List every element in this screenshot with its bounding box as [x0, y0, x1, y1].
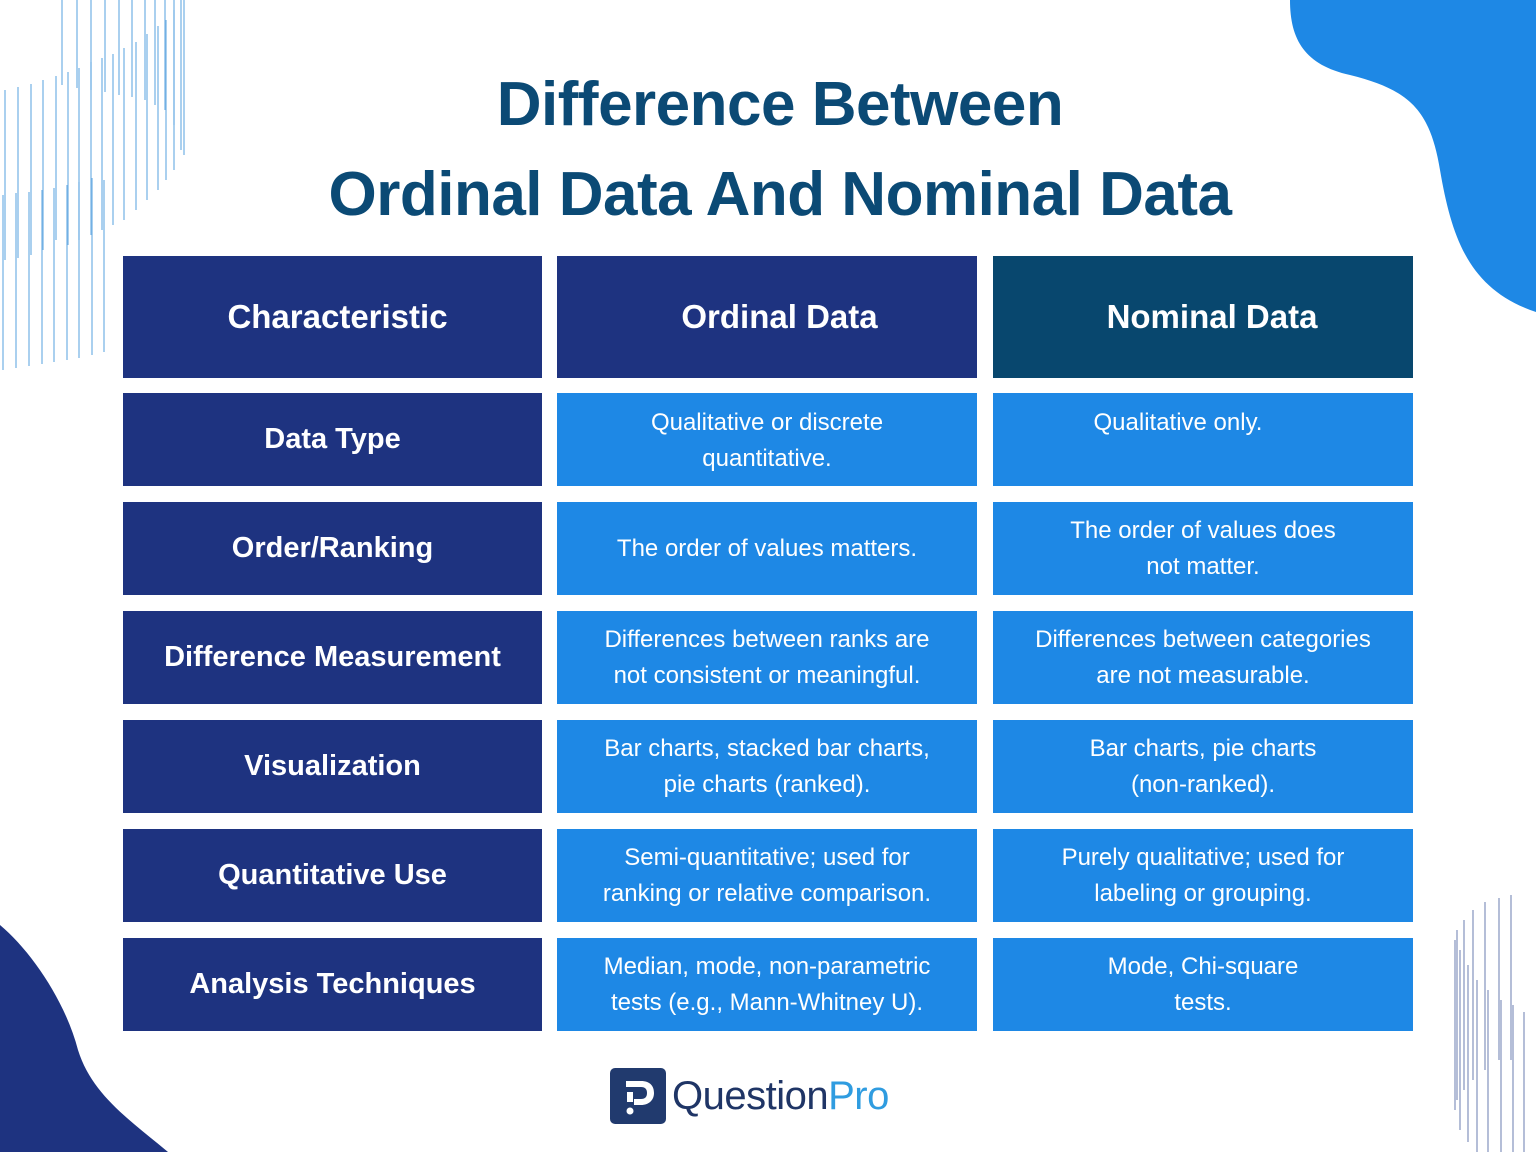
table-cell-nominal: Mode, Chi-square tests.	[993, 938, 1413, 1031]
cell-text: Qualitative or discrete quantitative.	[650, 409, 884, 472]
header-nominal-label: Nominal Data	[1106, 298, 1318, 335]
table-row-label: Order/Ranking	[123, 502, 542, 595]
row-label-text: Quantitative Use	[218, 859, 447, 891]
header-ordinal-label: Ordinal Data	[681, 298, 878, 335]
cell-text: Semi-quantitative; used for ranking or r…	[602, 843, 932, 907]
cell-text: Purely qualitative; used for labeling or…	[1061, 843, 1345, 907]
row-label-text: Data Type	[264, 423, 401, 455]
header-characteristic-label: Characteristic	[227, 298, 448, 335]
cell-text: Qualitative only.	[1093, 409, 1263, 436]
row-label-text: Difference Measurement	[164, 641, 501, 673]
table-cell-ordinal: Differences between ranks are not consis…	[557, 611, 977, 704]
questionpro-logo: QuestionPro	[610, 1068, 889, 1124]
table-cell-ordinal: Qualitative or discrete quantitative.	[557, 393, 977, 486]
brand-accent: Pro	[828, 1073, 889, 1118]
cell-text: Mode, Chi-square tests.	[1107, 952, 1299, 1016]
cell-text: Bar charts, pie charts (non-ranked).	[1089, 734, 1317, 798]
table-row-label: Difference Measurement	[123, 611, 542, 704]
table-cell-ordinal: Semi-quantitative; used for ranking or r…	[557, 829, 977, 922]
cell-text: Median, mode, non-parametric tests (e.g.…	[603, 952, 931, 1016]
table-cell-nominal: Purely qualitative; used for labeling or…	[993, 829, 1413, 922]
cell-text: Bar charts, stacked bar charts, pie char…	[604, 734, 930, 798]
table-row-label: Data Type	[123, 393, 542, 486]
page-title: Difference Between Ordinal Data And Nomi…	[0, 60, 1536, 240]
header-nominal: Nominal Data	[993, 256, 1413, 378]
table-cell-nominal: Differences between categories are not m…	[993, 611, 1413, 704]
table-row-label: Quantitative Use	[123, 829, 542, 922]
cell-text: Differences between ranks are not consis…	[604, 625, 930, 689]
questionpro-wordmark: QuestionPro	[672, 1074, 889, 1119]
header-ordinal: Ordinal Data	[557, 256, 977, 378]
table-row-label: Analysis Techniques	[123, 938, 542, 1031]
cell-text: Differences between categories are not m…	[1035, 625, 1371, 689]
table-cell-ordinal: The order of values matters.	[557, 502, 977, 595]
table-row-label: Visualization	[123, 720, 542, 813]
title-line-2: Ordinal Data And Nominal Data	[328, 160, 1233, 229]
header-characteristic: Characteristic	[123, 256, 542, 378]
table-cell-ordinal: Median, mode, non-parametric tests (e.g.…	[557, 938, 977, 1031]
table-cell-nominal: Qualitative only.	[993, 393, 1413, 486]
row-label-text: Order/Ranking	[231, 532, 434, 564]
row-label-text: Visualization	[244, 750, 421, 782]
table-cell-nominal: Bar charts, pie charts (non-ranked).	[993, 720, 1413, 813]
title-line-1: Difference Between	[496, 70, 1064, 139]
cell-text: The order of values matters.	[616, 534, 918, 562]
row-label-text: Analysis Techniques	[189, 968, 476, 1000]
table-cell-nominal: The order of values does not matter.	[993, 502, 1413, 595]
cell-text: The order of values does not matter.	[1070, 516, 1336, 580]
table-cell-ordinal: Bar charts, stacked bar charts, pie char…	[557, 720, 977, 813]
brand-main: Question	[672, 1073, 829, 1118]
decorative-lines-bottom-right	[1454, 895, 1525, 1152]
questionpro-logo-icon	[610, 1068, 666, 1124]
